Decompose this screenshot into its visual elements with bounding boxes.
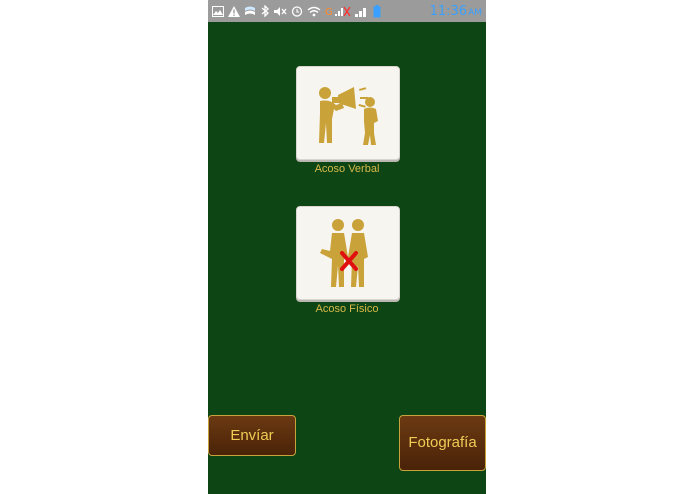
verbal-harassment-icon [319,87,378,145]
physical-harassment-button[interactable] [296,206,400,300]
wifi-icon [307,0,321,22]
battery-icon [373,0,381,22]
bluetooth-icon [260,0,270,22]
clock-ampm: AM [468,7,482,18]
image-icon [212,0,224,22]
verbal-harassment-label: Acoso Verbal [314,163,380,175]
physical-harassment-icon [320,219,368,287]
verbal-harassment-button[interactable] [296,66,400,160]
alarm-icon [291,0,303,22]
svg-text:G: G [325,7,333,17]
clock-time: 11:36 [429,3,468,19]
signal-icon: G [325,0,351,22]
photo-button[interactable]: Fotografía [399,415,486,471]
mute-icon [274,0,287,22]
signal-strength-icon [355,0,369,22]
download-icon [244,0,256,22]
app-screen: G 11:36 AM Acoso Verbal Acoso Físico Env… [208,0,486,494]
clock: 11:36 AM [430,4,482,19]
physical-harassment-label: Acoso Físico [315,303,379,315]
warning-icon [228,0,240,22]
send-button[interactable]: Envíar [208,415,296,456]
status-bar: G 11:36 AM [208,0,486,22]
